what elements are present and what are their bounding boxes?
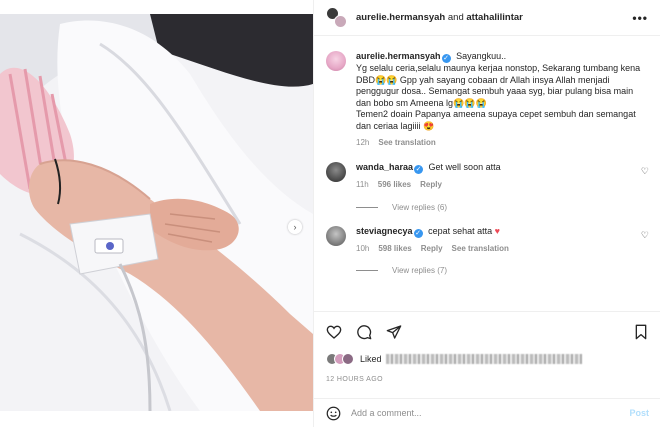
share-icon <box>386 324 402 339</box>
liked-avatars <box>326 353 354 365</box>
action-bar <box>314 311 660 351</box>
divider <box>356 269 378 271</box>
post-header: aurelie.hermansyah and attahalilintar ••… <box>314 0 660 36</box>
caption: aurelie.hermansyah ✓ Sayangkuu.. Yg selal… <box>326 51 649 148</box>
share-button[interactable] <box>386 324 402 340</box>
liked-by[interactable]: Liked <box>326 353 582 365</box>
caption-line: Yg selalu ceria,selalu maunya kerjaa non… <box>356 63 641 108</box>
comment-body: wanda_haraa ✓ Get well soon atta 11h 596 … <box>356 162 649 190</box>
comment-content: cepat sehat atta <box>428 225 493 236</box>
post-sidebar: aurelie.hermansyah and attahalilintar ••… <box>313 0 660 427</box>
view-replies-label: View replies (6) <box>392 202 447 212</box>
add-comment-bar: Post <box>314 398 660 427</box>
comment-icon <box>357 324 372 339</box>
comment-text: wanda_haraa ✓ Get well soon atta <box>356 162 649 175</box>
header-username-1[interactable]: aurelie.hermansyah <box>356 12 445 23</box>
caption-meta: 12h See translation <box>356 138 649 148</box>
caption-body: aurelie.hermansyah ✓ Sayangkuu.. Yg selal… <box>356 51 649 148</box>
reply-button[interactable]: Reply <box>420 180 442 190</box>
like-button[interactable] <box>326 324 342 340</box>
emoji-icon <box>326 406 341 420</box>
save-button[interactable] <box>633 324 649 340</box>
comment-meta: 10h 598 likes Reply See translation <box>356 244 649 254</box>
bookmark-icon <box>635 324 647 339</box>
liked-label: Liked <box>360 354 382 364</box>
heart-icon[interactable]: ♡ <box>641 166 649 177</box>
comment-time[interactable]: 11h <box>356 180 369 190</box>
see-translation-button[interactable]: See translation <box>378 138 435 148</box>
post-button[interactable]: Post <box>629 408 649 418</box>
avatar[interactable] <box>326 162 346 183</box>
avatar[interactable] <box>326 225 346 246</box>
comment-content: Get well soon atta <box>428 162 501 173</box>
view-replies-button[interactable]: View replies (7) <box>356 266 649 275</box>
post-timestamp[interactable]: 12 HOURS AGO <box>326 376 383 383</box>
caption-text-1: aurelie.hermansyah ✓ Sayangkuu.. <box>356 51 649 63</box>
avatar <box>334 14 347 28</box>
header-and: and <box>447 12 464 23</box>
comment: steviagnecya ✓ cepat sehat atta ♥ 10h 598… <box>326 225 649 254</box>
heart-icon <box>326 325 342 339</box>
reply-button[interactable]: Reply <box>421 244 443 254</box>
comment-button[interactable] <box>356 324 372 340</box>
next-photo-button[interactable]: › <box>288 220 302 234</box>
comment-time[interactable]: 10h <box>356 244 369 254</box>
post-photo-illustration <box>0 14 313 411</box>
avatar[interactable] <box>326 51 346 71</box>
view-replies-button[interactable]: View replies (6) <box>356 203 649 212</box>
verified-icon: ✓ <box>414 165 424 175</box>
comments-section[interactable]: aurelie.hermansyah ✓ Sayangkuu.. Yg selal… <box>314 37 660 311</box>
see-translation-button[interactable]: See translation <box>452 244 509 254</box>
caption-line: Temen2 doain Papanya ameena supaya cepet… <box>356 109 636 131</box>
blurred-likers <box>385 354 582 364</box>
header-username-2[interactable]: attahalilintar <box>466 12 523 23</box>
collab-names: aurelie.hermansyah and attahalilintar <box>356 12 523 23</box>
comment-input[interactable] <box>351 408 630 418</box>
instagram-post: › aurelie.hermansyah and attahalilintar … <box>0 0 660 427</box>
heart-icon[interactable]: ♡ <box>641 230 649 241</box>
view-replies-label: View replies (7) <box>392 265 447 275</box>
comment-body: steviagnecya ✓ cepat sehat atta ♥ 10h 598… <box>356 226 649 254</box>
post-photo[interactable]: › <box>0 14 313 411</box>
caption-time[interactable]: 12h <box>356 138 369 148</box>
emoji-button[interactable] <box>326 406 341 421</box>
chevron-right-icon: › <box>293 222 297 232</box>
verified-icon: ✓ <box>413 228 423 238</box>
heart-emoji: ♥ <box>494 225 500 236</box>
collab-avatars[interactable] <box>326 6 348 29</box>
verified-icon: ✓ <box>441 54 451 63</box>
comment: wanda_haraa ✓ Get well soon atta 11h 596 … <box>326 162 649 190</box>
comment-meta: 11h 596 likes Reply <box>356 180 649 190</box>
comment-text: steviagnecya ✓ cepat sehat atta ♥ <box>356 226 649 238</box>
comment-username[interactable]: steviagnecya <box>356 226 413 236</box>
divider <box>356 206 378 208</box>
caption-username[interactable]: aurelie.hermansyah <box>356 51 441 61</box>
more-options-button[interactable]: ••• <box>632 11 648 25</box>
comment-likes[interactable]: 596 likes <box>378 180 411 190</box>
comment-username[interactable]: wanda_haraa <box>356 162 413 172</box>
comment-likes[interactable]: 598 likes <box>378 244 411 254</box>
caption-line: Sayangkuu.. <box>456 51 507 61</box>
